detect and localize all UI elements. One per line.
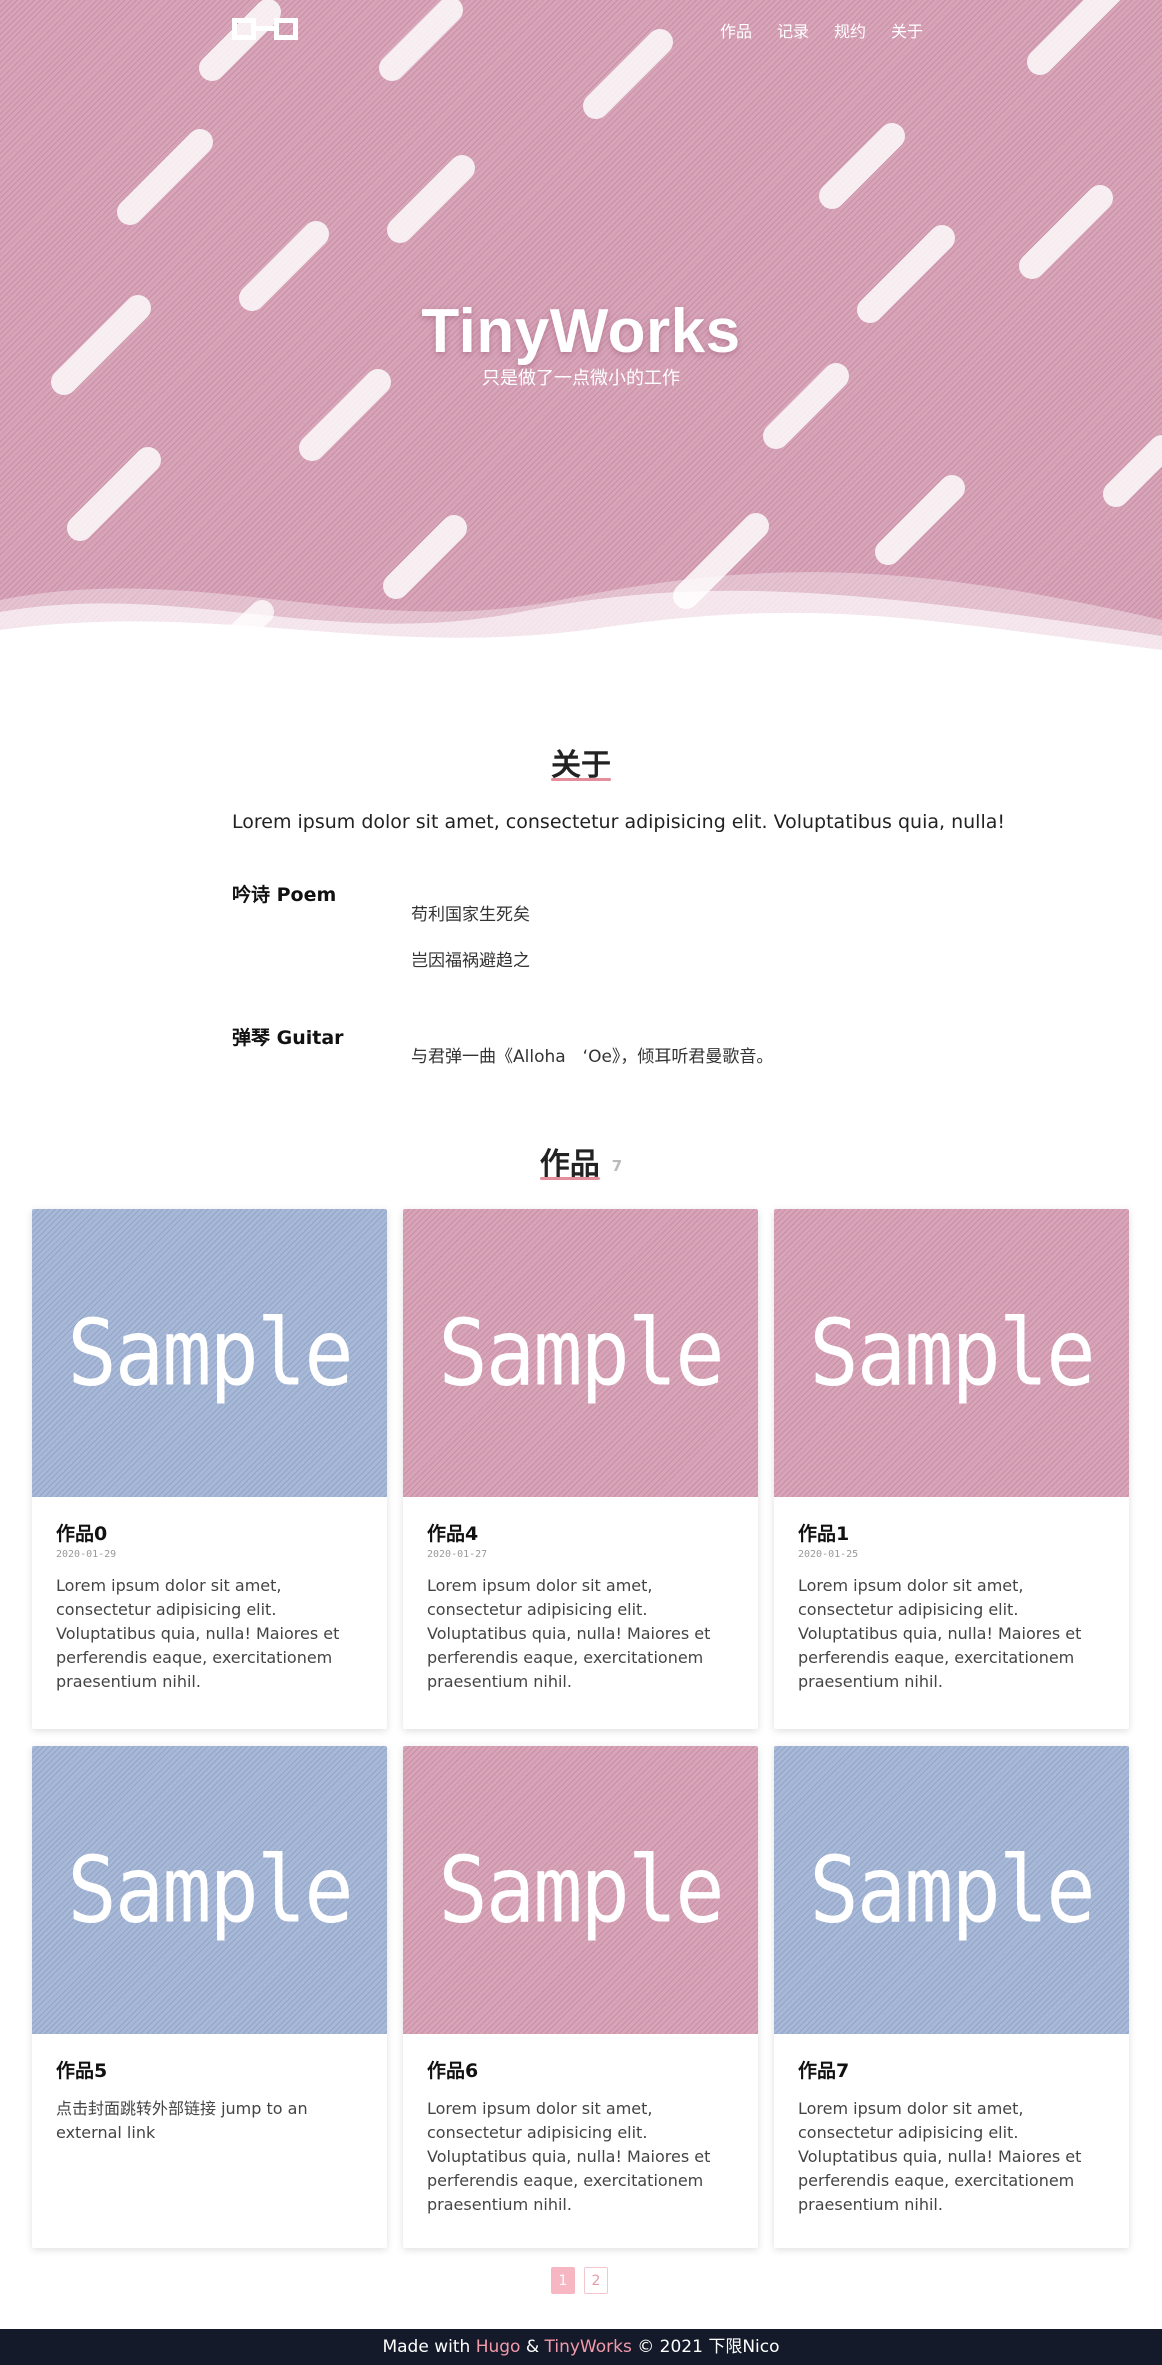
- work-card-cover[interactable]: Sample: [403, 1209, 758, 1497]
- page-button-1[interactable]: 1: [551, 2267, 575, 2294]
- about-row-line: 苟利国家生死矣: [411, 905, 530, 925]
- work-card-cover[interactable]: Sample: [774, 1209, 1129, 1497]
- cover-sample-text: Sample: [809, 1299, 1095, 1407]
- nav-link-records[interactable]: 记录: [777, 18, 809, 42]
- work-card-description: Lorem ipsum dolor sit amet, consectetur …: [427, 2099, 711, 2214]
- work-card-cover[interactable]: Sample: [32, 1746, 387, 2034]
- footer-ampersand: &: [525, 2337, 540, 2357]
- site-subtitle: 只是做了一点微小的工作: [482, 368, 680, 389]
- about-row-label-poem: 吟诗 Poem: [232, 884, 337, 906]
- about-row-label-guitar: 弹琴 Guitar: [232, 1027, 344, 1049]
- works-heading-text: 作品: [539, 1139, 600, 1183]
- site-title: TinyWorks: [421, 297, 741, 366]
- nav-links: 作品 记录 规约 关于: [720, 18, 948, 42]
- cover-sample-text: Sample: [438, 1836, 724, 1944]
- footer-theme-link[interactable]: TinyWorks: [545, 2337, 632, 2357]
- work-card[interactable]: Sample 作品5 点击封面跳转外部链接 jump to an externa…: [32, 1746, 387, 2248]
- work-card[interactable]: Sample 作品4 2020-01-27 Lorem ipsum dolor …: [403, 1209, 758, 1729]
- work-card-title[interactable]: 作品7: [798, 2056, 1105, 2083]
- work-card-title[interactable]: 作品5: [56, 2056, 363, 2083]
- works-section-title: 作品 7: [0, 1139, 1162, 1183]
- work-card-description: Lorem ipsum dolor sit amet, consectetur …: [798, 1576, 1082, 1691]
- about-heading-text: 关于: [551, 740, 611, 784]
- cover-sample-text: Sample: [67, 1836, 353, 1944]
- footer-hugo-link[interactable]: Hugo: [476, 2337, 521, 2357]
- about-intro: Lorem ipsum dolor sit amet, consectetur …: [232, 811, 1005, 833]
- work-card-description: Lorem ipsum dolor sit amet, consectetur …: [427, 1576, 711, 1691]
- work-card[interactable]: Sample 作品7 Lorem ipsum dolor sit amet, c…: [774, 1746, 1129, 2248]
- about-row-line: 岂因福祸避趋之: [411, 951, 530, 971]
- works-count-badge: 7: [611, 1156, 623, 1175]
- work-card-cover[interactable]: Sample: [32, 1209, 387, 1497]
- work-card-date: 2020-01-27: [427, 1549, 488, 1560]
- work-card-cover[interactable]: Sample: [403, 1746, 758, 2034]
- cover-sample-text: Sample: [67, 1299, 353, 1407]
- cover-sample-text: Sample: [438, 1299, 724, 1407]
- about-section-title: 关于: [0, 740, 1162, 784]
- work-card-title[interactable]: 作品1: [798, 1519, 1105, 1546]
- nav-link-works[interactable]: 作品: [720, 18, 752, 42]
- nav-link-about[interactable]: 关于: [891, 18, 923, 42]
- nav-link-rules[interactable]: 规约: [834, 18, 866, 42]
- work-card[interactable]: Sample 作品6 Lorem ipsum dolor sit amet, c…: [403, 1746, 758, 2248]
- work-card-description: 点击封面跳转外部链接 jump to an external link: [56, 2099, 308, 2142]
- pagination: 1 2: [551, 2267, 608, 2294]
- work-card[interactable]: Sample 作品1 2020-01-25 Lorem ipsum dolor …: [774, 1209, 1129, 1729]
- footer-copyright: © 2021 下限Nico: [637, 2337, 780, 2357]
- work-card-date: 2020-01-29: [56, 1549, 117, 1560]
- work-card[interactable]: Sample 作品0 2020-01-29 Lorem ipsum dolor …: [32, 1209, 387, 1729]
- window-logo-icon[interactable]: [232, 14, 302, 44]
- work-card-cover[interactable]: Sample: [774, 1746, 1129, 2034]
- work-card-description: Lorem ipsum dolor sit amet, consectetur …: [798, 2099, 1082, 2214]
- top-navigation: 作品 记录 规约 关于: [0, 0, 1162, 60]
- work-card-description: Lorem ipsum dolor sit amet, consectetur …: [56, 1576, 340, 1691]
- hero-banner: 作品 记录 规约 关于 TinyWorks 只是做了一点微小的工作: [0, 0, 1162, 670]
- work-card-date: 2020-01-25: [798, 1549, 859, 1560]
- about-row-line: 与君弹一曲《Alloha ‘Oe》，倾耳听君曼歌音。: [411, 1047, 774, 1067]
- site-footer: Made with Hugo & TinyWorks © 2021 下限Nico: [0, 2329, 1162, 2365]
- cover-sample-text: Sample: [809, 1836, 1095, 1944]
- page-button-2[interactable]: 2: [584, 2267, 608, 2294]
- work-card-title[interactable]: 作品4: [427, 1519, 734, 1546]
- work-card-title[interactable]: 作品0: [56, 1519, 363, 1546]
- footer-made-with: Made with: [382, 2337, 471, 2357]
- work-card-title[interactable]: 作品6: [427, 2056, 734, 2083]
